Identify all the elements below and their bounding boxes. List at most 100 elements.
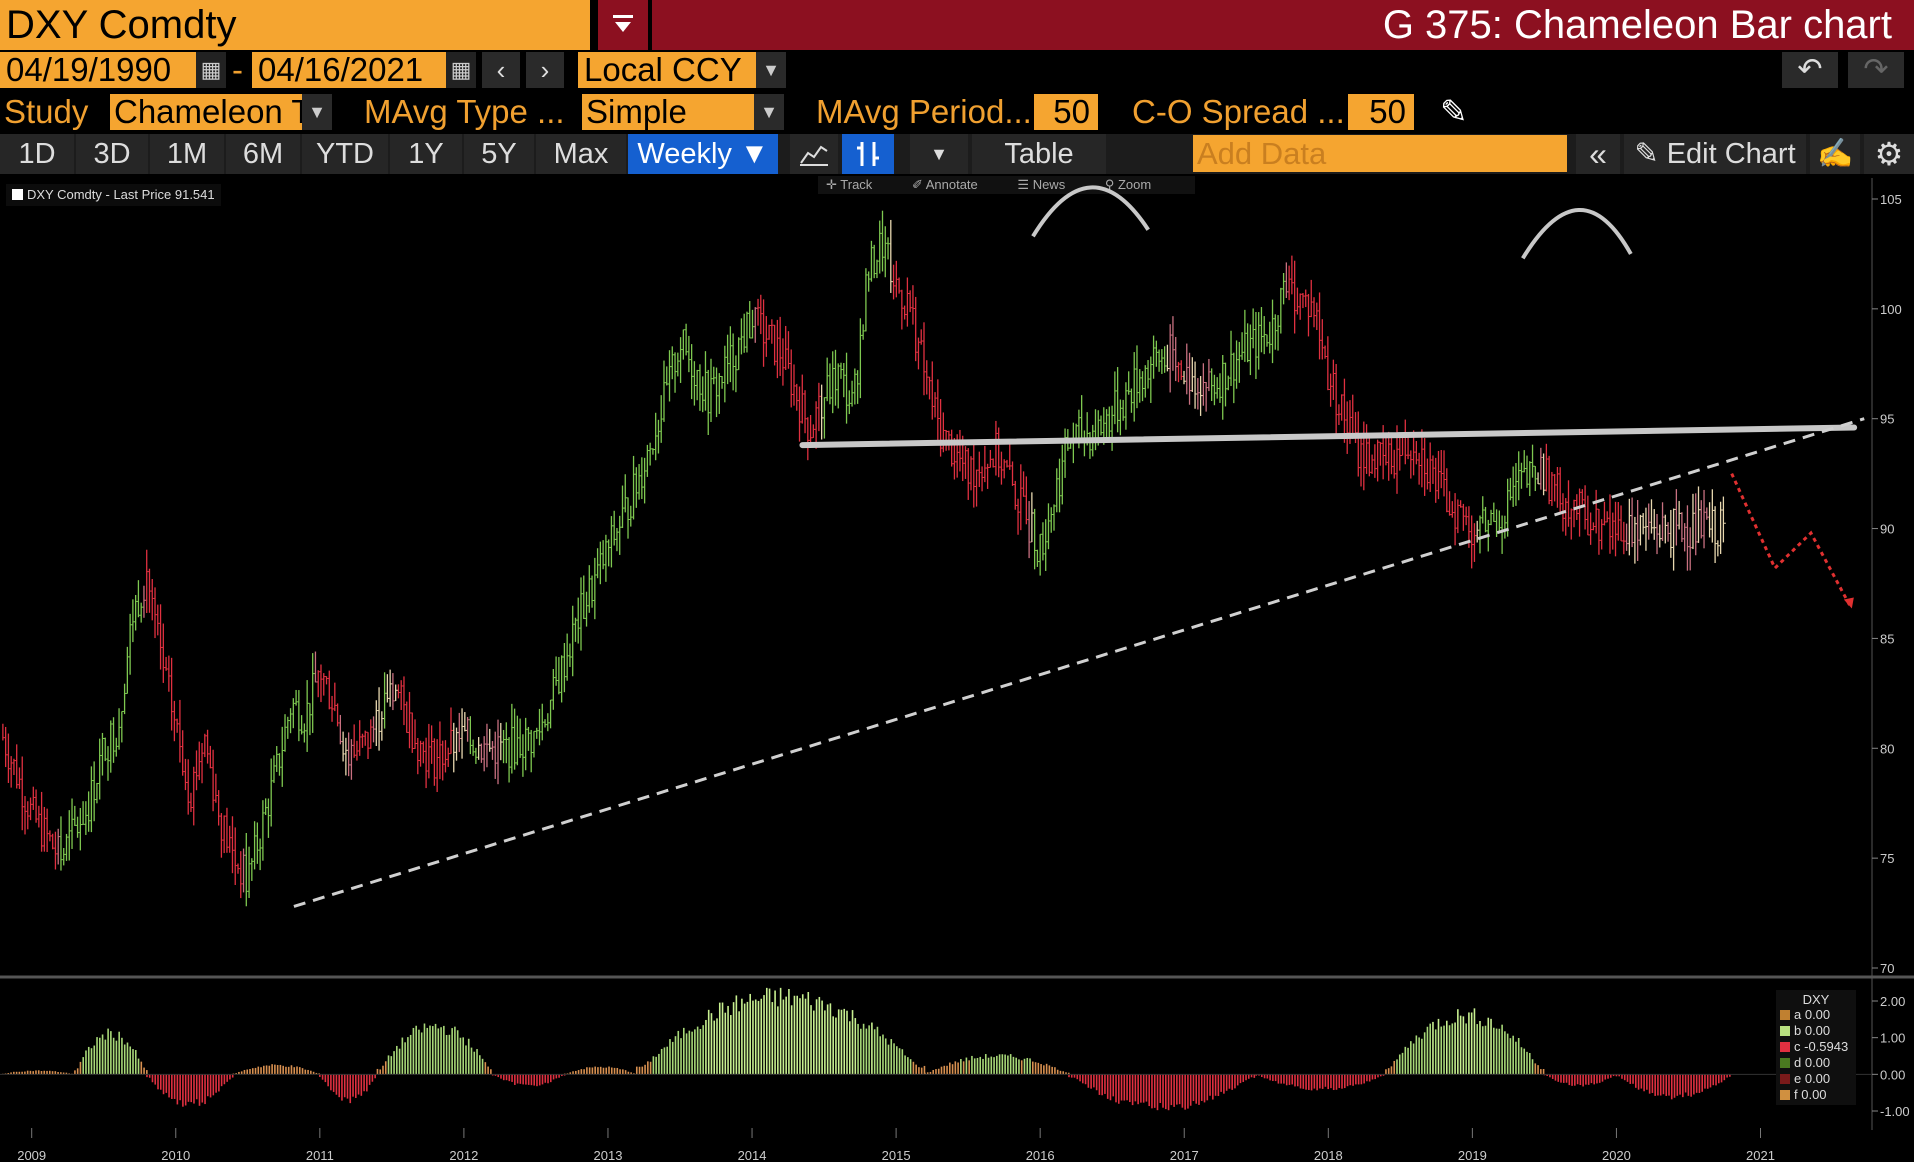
study-dropdown-icon[interactable]: ▼: [302, 94, 332, 130]
projection-arrowhead: [1843, 597, 1854, 609]
series-swatch: [12, 189, 23, 200]
indicator-legend-item: a 0.00: [1780, 1007, 1852, 1023]
indicator-legend-value: c -0.5943: [1794, 1039, 1849, 1054]
legend-text: DXY Comdty - Last Price 91.541: [27, 187, 215, 202]
gear-icon[interactable]: ⚙: [1864, 134, 1914, 174]
y-tick-label: 85: [1880, 631, 1894, 646]
edit-chart-button[interactable]: ✎ Edit Chart: [1624, 134, 1806, 174]
mavg-period-field[interactable]: 50: [1034, 94, 1098, 130]
y-tick-label: 100: [1880, 302, 1902, 317]
indicator-y-tick-label: 2.00: [1880, 994, 1905, 1009]
indicator-swatch: [1780, 1010, 1790, 1020]
x-tick-label: 2020: [1602, 1148, 1631, 1162]
period-1m[interactable]: 1M: [150, 134, 224, 174]
indicator-swatch: [1780, 1042, 1790, 1052]
x-tick-label: 2016: [1026, 1148, 1055, 1162]
bar-chart-icon[interactable]: [842, 134, 894, 174]
x-tick-label: 2018: [1314, 1148, 1343, 1162]
y-tick-label: 75: [1880, 851, 1894, 866]
indicator-y-tick-label: 1.00: [1880, 1031, 1905, 1046]
left-shoulder-arc: [1031, 185, 1150, 238]
date-separator: -: [232, 51, 243, 88]
ticker-menu-button[interactable]: [598, 0, 648, 50]
x-tick-label: 2011: [306, 1148, 334, 1162]
indicator-legend-value: e 0.00: [1794, 1071, 1831, 1086]
filter-menu-icon: [613, 15, 633, 32]
chevron-right-icon: ›: [540, 55, 550, 85]
undo-icon[interactable]: ↶: [1782, 52, 1838, 88]
y-tick-label: 80: [1880, 741, 1894, 756]
mavg-period-label: MAvg Period...: [816, 93, 1032, 130]
x-tick-label: 2014: [738, 1148, 767, 1162]
period-1d[interactable]: 1D: [0, 134, 74, 174]
period-max[interactable]: Max: [536, 134, 626, 174]
add-data-input[interactable]: Add Data: [1193, 135, 1567, 172]
x-tick-label: 2009: [17, 1148, 46, 1162]
line-chart-icon[interactable]: [790, 134, 838, 174]
currency-select[interactable]: Local CCY: [578, 52, 756, 88]
indicator-legend-title: DXY: [1802, 992, 1830, 1007]
frequency-select[interactable]: Weekly ▼: [628, 134, 778, 174]
indicator-legend-item: e 0.00: [1780, 1071, 1852, 1087]
chart-area[interactable]: 105 100 95 90 85 80 75 70 2.00 1.00 0.00 -1.00 2009 2…: [0, 174, 1914, 1162]
indicator-legend-value: b 0.00: [1794, 1023, 1831, 1038]
study-row: Study Chameleon T ▼ MAvg Type ... Simple…: [0, 92, 1914, 132]
ticker-field[interactable]: DXY Comdty: [0, 0, 590, 50]
study-label: Study: [4, 93, 89, 130]
indicator-y-tick-label: -1.00: [1880, 1104, 1910, 1119]
x-tick-label: 2013: [594, 1148, 623, 1162]
y-tick-label: 95: [1880, 412, 1894, 427]
indicator-legend-item: c -0.5943: [1780, 1039, 1852, 1055]
x-tick-label: 2010: [161, 1148, 190, 1162]
x-tick-label: 2012: [449, 1148, 478, 1162]
y-tick-label: 70: [1880, 961, 1894, 976]
period-1y[interactable]: 1Y: [390, 134, 462, 174]
table-button[interactable]: Table: [972, 134, 1106, 174]
indicator-legend-value: f 0.00: [1794, 1087, 1827, 1102]
indicator-swatch: [1780, 1058, 1790, 1068]
period-3d[interactable]: 3D: [76, 134, 148, 174]
end-date-field[interactable]: 04/16/2021: [252, 52, 446, 88]
title-row: DXY Comdty G 375: Chameleon Bar chart: [0, 0, 1914, 50]
pencil-icon: ✎: [1634, 138, 1667, 170]
indicator-y-tick-label: 0.00: [1880, 1067, 1905, 1082]
indicator-swatch: [1780, 1074, 1790, 1084]
redo-icon[interactable]: ↷: [1848, 52, 1904, 88]
y-tick-label: 90: [1880, 522, 1894, 537]
period-5y[interactable]: 5Y: [464, 134, 534, 174]
currency-dropdown-icon[interactable]: ▼: [756, 52, 786, 88]
chart-type-dropdown-icon[interactable]: ▼: [910, 134, 968, 174]
indicator-legend: DXY a 0.00 b 0.00 c -0.5943 d 0.00 e 0.00 f 0…: [1776, 990, 1856, 1105]
start-date-field[interactable]: 04/19/1990: [0, 52, 196, 88]
end-calendar-icon[interactable]: ▦: [446, 52, 476, 88]
study-select[interactable]: Chameleon T: [110, 94, 302, 130]
next-period-button[interactable]: ›: [526, 52, 564, 88]
mavg-type-dropdown-icon[interactable]: ▼: [754, 94, 784, 130]
mavg-type-label: MAvg Type ...: [364, 93, 565, 130]
indicator-legend-item: f 0.00: [1780, 1087, 1852, 1103]
indicator-legend-item: b 0.00: [1780, 1023, 1852, 1039]
trendline-annotation: [293, 417, 1865, 908]
projection-annotation: [1730, 473, 1852, 607]
right-shoulder-arc: [1521, 207, 1633, 260]
period-ytd[interactable]: YTD: [302, 134, 388, 174]
window-title: G 375: Chameleon Bar chart: [652, 0, 1914, 50]
x-tick-label: 2021: [1746, 1148, 1775, 1162]
indicator-legend-value: d 0.00: [1794, 1055, 1831, 1070]
date-range-row: 04/19/1990 ▦ - 04/16/2021 ▦ ‹ › Local CC…: [0, 52, 1914, 88]
co-spread-field[interactable]: 50: [1348, 94, 1414, 130]
start-calendar-icon[interactable]: ▦: [196, 52, 226, 88]
edit-chart-label: Edit Chart: [1666, 138, 1796, 170]
chart-toolbar: 1D 3D 1M 6M YTD 1Y 5Y Max Weekly ▼ ▼ Tab…: [0, 134, 1914, 174]
co-spread-label: C-O Spread ...: [1132, 93, 1345, 130]
y-tick-label: 105: [1880, 192, 1902, 207]
edit-table-icon[interactable]: ✍: [1810, 134, 1860, 174]
double-chevron-left-icon[interactable]: «: [1576, 134, 1620, 174]
period-6m[interactable]: 6M: [226, 134, 300, 174]
indicator-legend-value: a 0.00: [1794, 1007, 1831, 1022]
pencil-icon[interactable]: ✎: [1440, 92, 1468, 132]
prev-period-button[interactable]: ‹: [482, 52, 520, 88]
mavg-type-select[interactable]: Simple: [582, 94, 754, 130]
x-tick-label: 2015: [882, 1148, 911, 1162]
indicator-legend-item: d 0.00: [1780, 1055, 1852, 1071]
